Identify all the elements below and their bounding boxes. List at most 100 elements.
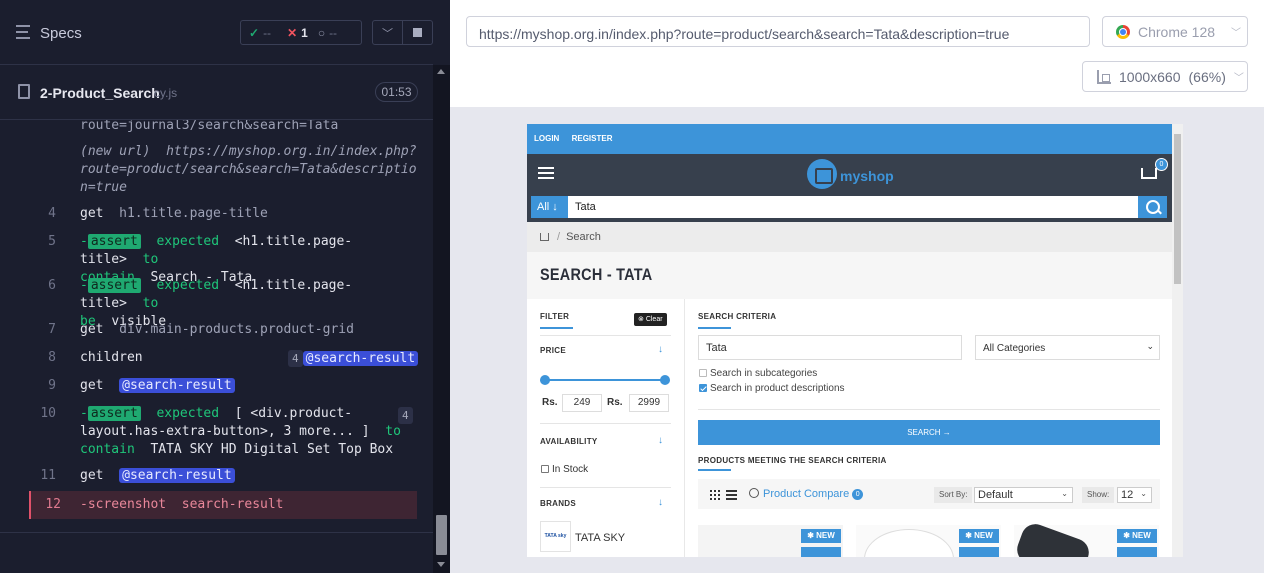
arrow-down-icon[interactable]: ↓ [658, 497, 663, 508]
logo-icon[interactable] [807, 159, 837, 189]
test-stats: ✓ -- ✕ 1 ○ -- [240, 20, 362, 45]
spec-file-name[interactable]: 2-Product_Search [40, 85, 160, 101]
assert-subject: layout.has-extra-button>, 3 more... ] [80, 424, 370, 439]
price-max-input[interactable]: 2999 [629, 394, 669, 412]
command-row: (new url) https://myshop.org.in/index.ph… [0, 143, 433, 197]
run-duration: 01:53 [375, 82, 418, 102]
command-number: 12 [45, 497, 61, 512]
alias-badge: @search-result [119, 378, 235, 393]
discount-badge [959, 547, 999, 557]
assert-badge: assert [87, 278, 141, 293]
compare-label: Product Compare [763, 488, 850, 500]
price-slider[interactable] [540, 375, 670, 385]
browser-selector[interactable]: Chrome 128 ﹀ [1102, 16, 1248, 47]
chevron-down-icon: ⌄ [1146, 341, 1154, 351]
aut-scrollbar[interactable] [1172, 124, 1183, 557]
cart-count: 0 [1156, 159, 1167, 170]
command-arg: h1.title.page-title [119, 206, 268, 221]
login-link[interactable]: LOGIN [534, 134, 559, 143]
results-toolbar: Product Compare 0 Sort By: Default ⌄ Show:… [698, 479, 1160, 509]
passed-count: -- [263, 25, 272, 40]
stop-button[interactable] [403, 21, 432, 44]
product-card[interactable]: ✱ NEW [856, 525, 1001, 557]
url-bar[interactable]: https://myshop.org.in/index.php?route=pr… [466, 16, 1090, 47]
reporter-scroll-thumb[interactable] [436, 515, 447, 555]
command-name: get [80, 378, 104, 393]
grid-view-icon[interactable] [710, 490, 720, 500]
home-icon[interactable] [540, 233, 549, 241]
clear-label: Clear [645, 316, 663, 323]
command-number: 5 [48, 234, 56, 249]
hamburger-menu-icon[interactable] [538, 167, 554, 182]
price-min-input[interactable]: 249 [562, 394, 602, 412]
command-arg: search-result [181, 497, 284, 512]
keyword-input[interactable]: Tata [698, 335, 962, 360]
browser-name: Chrome 128 [1138, 23, 1216, 40]
aut-scroll-thumb[interactable] [1174, 134, 1181, 284]
viewport-scale: (66%) [1188, 68, 1226, 85]
assert-value: TATA SKY HD Digital Set Top Box [150, 442, 394, 457]
discount-badge [1117, 547, 1157, 557]
sort-label: Sort By: [934, 487, 973, 503]
chevron-down-icon[interactable]: ﹀ [373, 21, 403, 44]
brand-name[interactable]: TATA SKY [575, 532, 625, 544]
command-number: 4 [48, 206, 56, 221]
chevron-down-icon: ⌄ [1061, 489, 1068, 498]
subcategories-checkbox[interactable]: Search in subcategories [699, 368, 817, 379]
arrow-down-icon[interactable]: ↓ [658, 435, 663, 446]
search-button[interactable] [1138, 196, 1167, 218]
search-category-select[interactable]: All ↓ [531, 196, 568, 218]
descriptions-checkbox[interactable]: Search in product descriptions [699, 383, 845, 394]
list-view-icon[interactable] [726, 490, 737, 500]
command-row-failed[interactable]: 12 -screenshot search-result [29, 491, 417, 519]
assert-text: to [385, 424, 401, 439]
specs-menu-icon[interactable] [16, 25, 34, 39]
search-submit-button[interactable]: SEARCH → [698, 420, 1160, 445]
category-select[interactable]: All Categories ⌄ [975, 335, 1160, 360]
viewport-size: 1000x660 [1119, 68, 1181, 85]
availability-title: AVAILABILITY [540, 437, 598, 446]
assert-text: to [142, 296, 159, 311]
failed-count: 1 [301, 25, 308, 40]
descriptions-label: Search in product descriptions [710, 383, 845, 394]
in-stock-checkbox[interactable]: In Stock [541, 464, 588, 475]
top-bar: LOGIN REGISTER [527, 124, 1172, 154]
product-compare-link[interactable]: Product Compare 0 [749, 488, 864, 500]
element-count: 4 [398, 407, 413, 424]
filter-panel: FILTER ⊗ Clear PRICE ↓ Rs. 249 Rs. 2999 … [527, 299, 684, 557]
chrome-icon [1116, 24, 1130, 39]
new-badge: ✱ NEW [801, 529, 841, 543]
show-select[interactable]: 12 ⌄ [1117, 487, 1152, 503]
pending-count: -- [329, 25, 338, 40]
command-number: 11 [40, 468, 56, 483]
viewport-selector[interactable]: 1000x660 (66%) ﹀ [1082, 61, 1248, 92]
slider-handle-max[interactable] [660, 375, 670, 385]
chevron-down-icon: ﹀ [1231, 28, 1242, 39]
slider-handle-min[interactable] [540, 375, 550, 385]
logo-text[interactable]: myshop [840, 168, 894, 184]
clear-filter-button[interactable]: ⊗ Clear [634, 313, 667, 326]
cart-icon[interactable] [1141, 168, 1157, 179]
command-number: 8 [48, 350, 56, 365]
register-link[interactable]: REGISTER [572, 134, 613, 143]
chevron-down-icon: ⌄ [1140, 489, 1147, 498]
arrow-down-icon[interactable]: ↓ [658, 344, 663, 355]
reporter-scrollbar[interactable] [433, 65, 450, 573]
sort-select[interactable]: Default ⌄ [974, 487, 1073, 503]
main-nav: myshop 0 [527, 154, 1172, 191]
new-badge: ✱ NEW [1117, 529, 1157, 543]
compare-icon [749, 488, 759, 498]
command-name: get [80, 322, 104, 337]
search-bar: All ↓ Tata [527, 191, 1172, 222]
product-card[interactable]: ✱ NEW [698, 525, 843, 557]
alias-badge: @search-result [302, 351, 419, 366]
specs-title[interactable]: Specs [40, 25, 82, 42]
product-card[interactable]: ✱ NEW [1013, 520, 1159, 557]
assert-subject: [ <div.product- [234, 406, 353, 421]
spec-file-header: 2-Product_Search cy.js 01:53 [0, 66, 433, 120]
search-category-label: All [537, 201, 550, 213]
discount-badge [801, 547, 841, 557]
search-input[interactable]: Tata [568, 196, 1138, 218]
brand-logo[interactable]: TATA sky [540, 521, 571, 552]
command-number: 6 [48, 278, 56, 293]
